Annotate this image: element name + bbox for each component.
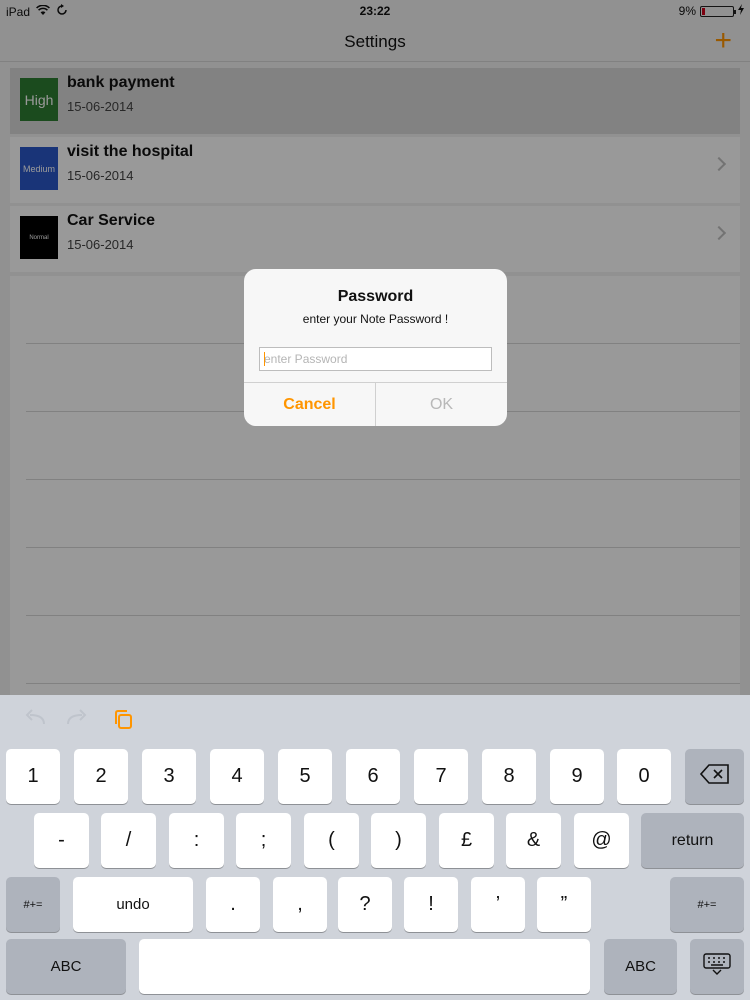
key-at[interactable]: @ bbox=[574, 813, 629, 868]
key-8[interactable]: 8 bbox=[482, 749, 536, 804]
key-pound[interactable]: £ bbox=[439, 813, 494, 868]
key-comma[interactable]: , bbox=[273, 877, 327, 932]
return-key[interactable]: return bbox=[641, 813, 744, 868]
space-bar[interactable] bbox=[139, 939, 590, 994]
redo-icon[interactable] bbox=[66, 709, 88, 733]
ok-button[interactable]: OK bbox=[376, 383, 507, 426]
key-colon[interactable]: : bbox=[169, 813, 224, 868]
key-dash[interactable]: - bbox=[34, 813, 89, 868]
shortcut-bar bbox=[0, 695, 750, 747]
abc-key-left[interactable]: ABC bbox=[6, 939, 126, 994]
undo-key[interactable]: undo bbox=[73, 877, 193, 932]
paste-icon[interactable] bbox=[113, 709, 135, 737]
symbols-key-right[interactable]: #+= bbox=[670, 877, 744, 932]
delete-key[interactable] bbox=[685, 749, 744, 804]
key-5[interactable]: 5 bbox=[278, 749, 332, 804]
hide-keyboard-key[interactable] bbox=[690, 939, 744, 994]
key-9[interactable]: 9 bbox=[550, 749, 604, 804]
alert-button-bar: Cancel OK bbox=[244, 382, 507, 426]
key-semicolon[interactable]: ; bbox=[236, 813, 291, 868]
alert-title: Password bbox=[337, 288, 414, 305]
password-alert: Password enter your Note Password ! Canc… bbox=[244, 269, 507, 426]
key-apostrophe[interactable]: ’ bbox=[471, 877, 525, 932]
key-exclamation[interactable]: ! bbox=[404, 877, 458, 932]
password-input[interactable] bbox=[259, 347, 492, 371]
key-quote[interactable]: ” bbox=[537, 877, 591, 932]
abc-key-right[interactable]: ABC bbox=[604, 939, 677, 994]
cancel-button[interactable]: Cancel bbox=[244, 383, 376, 426]
text-caret bbox=[264, 352, 265, 366]
key-3[interactable]: 3 bbox=[142, 749, 196, 804]
key-period[interactable]: . bbox=[206, 877, 260, 932]
key-1[interactable]: 1 bbox=[6, 749, 60, 804]
key-question[interactable]: ? bbox=[338, 877, 392, 932]
key-ampersand[interactable]: & bbox=[506, 813, 561, 868]
backspace-icon bbox=[699, 763, 730, 790]
key-0[interactable]: 0 bbox=[617, 749, 671, 804]
key-6[interactable]: 6 bbox=[346, 749, 400, 804]
keyboard-hide-icon bbox=[703, 952, 731, 981]
alert-message: enter your Note Password ! bbox=[302, 312, 449, 326]
key-slash[interactable]: / bbox=[101, 813, 156, 868]
undo-icon[interactable] bbox=[24, 709, 46, 733]
key-7[interactable]: 7 bbox=[414, 749, 468, 804]
key-close-paren[interactable]: ) bbox=[371, 813, 426, 868]
symbols-key-left[interactable]: #+= bbox=[6, 877, 60, 932]
key-open-paren[interactable]: ( bbox=[304, 813, 359, 868]
key-2[interactable]: 2 bbox=[74, 749, 128, 804]
key-4[interactable]: 4 bbox=[210, 749, 264, 804]
keyboard: 1 2 3 4 5 6 7 8 9 0 - / : ; ( ) £ & @ re… bbox=[0, 695, 750, 1000]
